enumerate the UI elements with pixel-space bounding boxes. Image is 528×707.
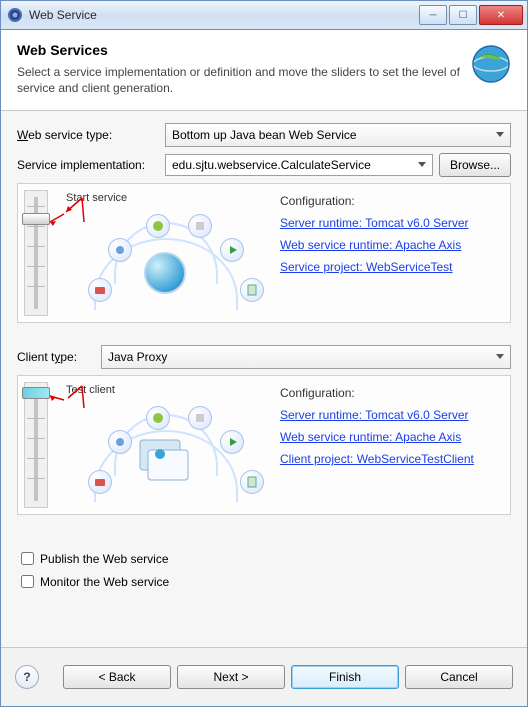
web-service-runtime-link[interactable]: Web service runtime: Apache Axis: [280, 430, 502, 444]
client-project-link[interactable]: Client project: WebServiceTestClient: [280, 452, 502, 466]
banner-title: Web Services: [17, 42, 461, 58]
annotation-test-client: Test client: [66, 384, 115, 396]
minimize-button[interactable]: ─: [419, 5, 447, 25]
client-diagram: Test client: [54, 382, 274, 508]
finish-button[interactable]: Finish: [291, 665, 399, 689]
footer: ? < Back Next > Finish Cancel: [1, 647, 527, 706]
node-doc-icon: [240, 470, 264, 494]
slider-thumb[interactable]: [22, 213, 50, 225]
publish-checkbox[interactable]: Publish the Web service: [17, 549, 511, 568]
help-icon[interactable]: ?: [15, 665, 39, 689]
service-project-link[interactable]: Service project: WebServiceTest: [280, 260, 502, 274]
web-service-runtime-link[interactable]: Web service runtime: Apache Axis: [280, 238, 502, 252]
annotation-start-service: Start service: [66, 192, 127, 204]
window-buttons: ─ ☐ ✕: [417, 5, 523, 25]
node-server-icon: [188, 214, 212, 238]
client-configuration: Configuration: Server runtime: Tomcat v6…: [280, 382, 502, 508]
dialog-window: Web Service ─ ☐ ✕ Web Services Select a …: [0, 0, 528, 707]
node-run-icon: [220, 430, 244, 454]
client-type-select[interactable]: Java Proxy: [101, 345, 511, 369]
service-impl-label: Service implementation:: [17, 158, 165, 172]
monitor-checkbox-input[interactable]: [21, 575, 34, 588]
slider-thumb[interactable]: [22, 387, 50, 399]
web-service-type-select[interactable]: Bottom up Java bean Web Service: [165, 123, 511, 147]
client-section: Test client: [17, 375, 511, 515]
globe-icon: [469, 42, 513, 86]
server-runtime-link[interactable]: Server runtime: Tomcat v6.0 Server: [280, 216, 502, 230]
server-level-slider[interactable]: [24, 190, 48, 316]
web-service-type-value: Bottom up Java bean Web Service: [172, 128, 357, 142]
server-configuration: Configuration: Server runtime: Tomcat v6…: [280, 190, 502, 316]
server-section: Start service Configuration: Server ru: [17, 183, 511, 323]
node-server-icon: [188, 406, 212, 430]
server-runtime-link[interactable]: Server runtime: Tomcat v6.0 Server: [280, 408, 502, 422]
web-service-type-label: Web service type:: [17, 128, 165, 142]
chevron-down-icon: [496, 132, 504, 137]
monitor-icon: [138, 438, 190, 487]
configuration-label: Configuration:: [280, 386, 502, 400]
titlebar: Web Service ─ ☐ ✕: [1, 1, 527, 30]
client-level-slider[interactable]: [24, 382, 48, 508]
chevron-down-icon: [418, 162, 426, 167]
chevron-down-icon: [496, 354, 504, 359]
close-button[interactable]: ✕: [479, 5, 523, 25]
app-icon: [7, 7, 23, 23]
publish-checkbox-input[interactable]: [21, 552, 34, 565]
server-diagram: Start service: [54, 190, 274, 316]
client-type-value: Java Proxy: [108, 350, 167, 364]
node-run-icon: [220, 238, 244, 262]
content-area: Web service type: Bottom up Java bean We…: [1, 111, 527, 647]
banner: Web Services Select a service implementa…: [1, 30, 527, 111]
window-title: Web Service: [29, 8, 417, 22]
maximize-button[interactable]: ☐: [449, 5, 477, 25]
cancel-button[interactable]: Cancel: [405, 665, 513, 689]
service-impl-value: edu.sjtu.webservice.CalculateService: [172, 158, 371, 172]
banner-description: Select a service implementation or defin…: [17, 64, 461, 96]
client-type-label: Client type:: [17, 350, 101, 364]
monitor-checkbox[interactable]: Monitor the Web service: [17, 572, 511, 591]
browse-button[interactable]: Browse...: [439, 153, 511, 177]
next-button[interactable]: Next >: [177, 665, 285, 689]
configuration-label: Configuration:: [280, 194, 502, 208]
node-doc-icon: [240, 278, 264, 302]
options: Publish the Web service Monitor the Web …: [17, 549, 511, 591]
service-impl-combo[interactable]: edu.sjtu.webservice.CalculateService: [165, 154, 433, 176]
back-button[interactable]: < Back: [63, 665, 171, 689]
